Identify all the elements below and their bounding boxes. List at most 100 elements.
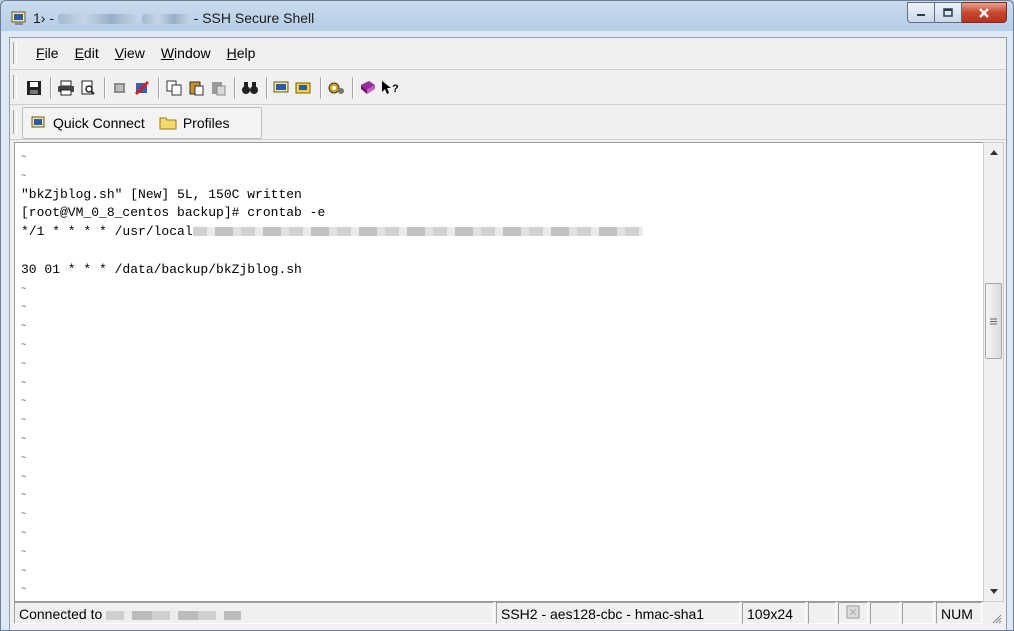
profiles-label: Profiles [182, 115, 230, 131]
terminal-line-text: "bkZjblog.sh" [New] 5L, 150C written [21, 186, 302, 202]
profiles-button[interactable]: Profiles [151, 115, 236, 131]
toolbar: ? [10, 70, 1006, 105]
status-num: NUM [936, 602, 982, 624]
find-icon[interactable] [240, 78, 260, 98]
menu-bar: File Edit View Window Help [10, 38, 1006, 70]
toolbar-separator [104, 77, 106, 99]
paste-icon[interactable] [186, 78, 206, 98]
menu-edit[interactable]: Edit [67, 45, 107, 61]
redacted-host [57, 14, 138, 25]
empty-buffer-line: ~ [21, 505, 643, 524]
ssh-secure-shell-window: 1› - - SSH Secure Shell File Edit View Wind… [0, 0, 1014, 631]
whats-this-icon[interactable]: ? [380, 78, 400, 98]
new-file-transfer-icon[interactable] [294, 78, 314, 98]
paste-gray-icon[interactable] [208, 78, 228, 98]
empty-buffer-line: ~ [21, 411, 643, 430]
toolbar-separator [352, 77, 354, 99]
minimize-icon [917, 13, 925, 16]
menubar-grip[interactable] [13, 42, 17, 64]
menu-label: Help [226, 45, 256, 61]
menu-label: Window [160, 45, 211, 61]
print-preview-icon[interactable] [78, 78, 98, 98]
empty-buffer-line: ~ [21, 280, 643, 299]
quick-connect-icon [31, 116, 45, 128]
quick-connect-label: Quick Connect [53, 115, 145, 131]
empty-buffer-line: ~ [21, 298, 643, 317]
toolbar-grip[interactable] [13, 75, 17, 99]
terminal-line-text: ~ [21, 377, 27, 388]
maximize-icon [943, 7, 953, 17]
terminal-line-text: ~ [21, 170, 27, 181]
terminal-line-text: ~ [21, 396, 27, 407]
window-title: 1› - - SSH Secure Shell [33, 10, 314, 26]
terminal-line-text: ~ [21, 546, 27, 557]
status-connection-label: Connected to [19, 606, 103, 622]
quick-connect-bar: Quick Connect Profiles [10, 105, 1006, 140]
terminal-line-text: ~ [21, 321, 27, 332]
close-icon [979, 7, 989, 18]
terminal-line-text: ~ [21, 565, 27, 576]
title-bar[interactable]: 1› - - SSH Secure Shell [1, 1, 1013, 37]
disconnect-icon[interactable] [110, 78, 130, 98]
terminal-line-text: ~ [21, 339, 27, 350]
empty-buffer-line: ~ [21, 486, 643, 505]
terminal-area[interactable]: ~ ~ "bkZjblog.sh" [New] 5L, 150C written [r… [14, 142, 985, 602]
terminal-line-text: ~ [21, 358, 27, 369]
menu-label: View [114, 45, 145, 61]
status-cipher: SSH2 - aes128-cbc - hmac-sha1 [496, 602, 740, 624]
empty-buffer-line: ~ [21, 336, 643, 355]
menu-label: Edit [74, 45, 99, 61]
help-book-icon[interactable] [358, 78, 378, 98]
scroll-up-arrow[interactable] [984, 144, 1003, 161]
menu-window[interactable]: Window [153, 45, 219, 61]
redacted-session [141, 14, 190, 25]
status-blank-2 [870, 602, 900, 624]
menu-view[interactable]: View [107, 45, 153, 61]
empty-buffer-line: ~ [21, 468, 643, 487]
empty-buffer-line: ~ [21, 562, 643, 581]
quickbar-grip[interactable] [13, 110, 17, 134]
settings-icon[interactable] [326, 78, 346, 98]
empty-buffer-line: ~ [21, 148, 643, 167]
status-blank-1 [808, 602, 836, 624]
maximize-button[interactable] [935, 2, 962, 23]
quick-connect-button[interactable]: Quick Connect [23, 115, 151, 131]
terminal-line-text: [root@VM_0_8_centos backup]# crontab -e [21, 205, 326, 221]
status-bar: Connected to SSH2 - aes128-cbc - hmac-sh… [14, 602, 1004, 626]
redacted-path [192, 227, 643, 237]
svg-text:?: ? [392, 83, 399, 95]
terminal-line-text: ~ [21, 433, 27, 444]
terminal-line-text: ~ [21, 452, 27, 463]
new-terminal-icon[interactable] [272, 78, 292, 98]
empty-buffer-line: ~ [21, 374, 643, 393]
terminal-line: [root@VM_0_8_centos backup]# crontab -e [21, 204, 643, 223]
empty-buffer-line: ~ [21, 543, 643, 562]
empty-buffer-line: ~ [21, 355, 643, 374]
menu-help[interactable]: Help [219, 45, 264, 61]
save-icon[interactable] [24, 78, 44, 98]
terminal-line: */1 * * * * /usr/local [21, 223, 643, 242]
arrow-up-icon [989, 150, 998, 155]
minimize-button[interactable] [907, 2, 935, 23]
terminal-line-text: */1 * * * * /usr/local [21, 224, 193, 240]
scroll-thumb[interactable] [985, 283, 1002, 359]
terminal-line-text: ~ [21, 152, 27, 162]
toolbar-separator [234, 77, 236, 99]
terminal-line-text: ~ [21, 283, 27, 294]
toolbar-separator [158, 77, 160, 99]
redacted-hostname [106, 610, 242, 620]
print-icon[interactable] [56, 78, 76, 98]
vertical-scrollbar[interactable] [983, 142, 1004, 602]
terminal-line: 30 01 * * * /data/backup/bkZjblog.sh [21, 261, 643, 280]
menu-label: File [36, 45, 59, 61]
empty-buffer-line: ~ [21, 449, 643, 468]
status-keys [838, 602, 868, 624]
close-button[interactable] [962, 2, 1007, 23]
scroll-down-arrow[interactable] [984, 583, 1003, 600]
disconnect-red-icon[interactable] [132, 78, 152, 98]
copy-icon[interactable] [164, 78, 184, 98]
terminal-line-text: ~ [21, 415, 27, 426]
menu-file[interactable]: File [28, 45, 67, 61]
window-title-prefix: 1› - [33, 10, 54, 26]
resize-grip-icon[interactable] [990, 612, 1002, 624]
